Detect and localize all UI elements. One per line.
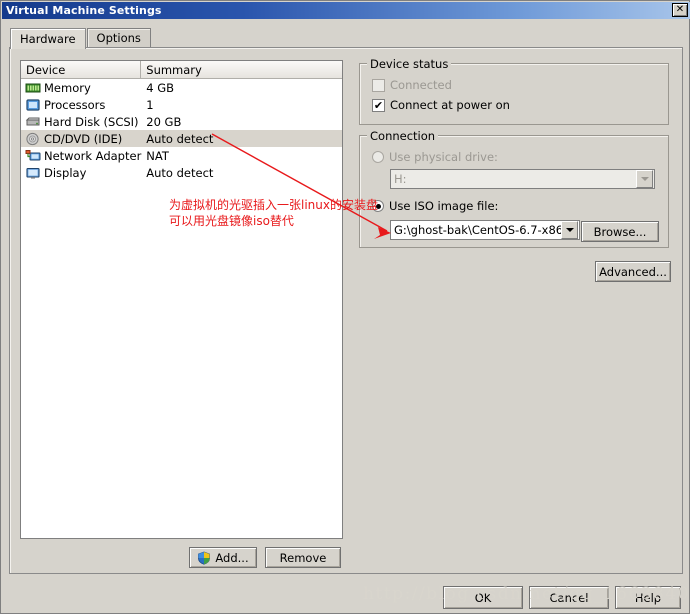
connect-at-power-on-check-tick: ✔ xyxy=(373,98,384,112)
device-cell: CD/DVD (IDE) xyxy=(21,132,141,146)
device-status-group: Device status Connected ✔ Connect at pow… xyxy=(359,57,669,125)
device-list-row[interactable]: Processors 1 xyxy=(21,96,342,113)
device-name: Hard Disk (SCSI) xyxy=(44,114,139,129)
ok-button[interactable]: OK xyxy=(443,586,523,609)
summary-cell: Auto detect xyxy=(146,131,214,146)
device-cell: Network Adapter xyxy=(21,149,141,163)
help-button[interactable]: Help xyxy=(615,586,681,609)
shield-icon xyxy=(197,551,211,565)
iso-path-chevron-down-icon[interactable] xyxy=(561,221,578,239)
device-status-title: Device status xyxy=(367,57,452,71)
device-cell: Hard Disk (SCSI) xyxy=(21,115,141,129)
use-iso-image-radio-row[interactable]: Use ISO image file: xyxy=(372,199,498,213)
iso-path-value[interactable]: G:\ghost-bak\CentOS-6.7-x86_64- xyxy=(391,223,561,237)
title-bar: Virtual Machine Settings ✕ xyxy=(2,2,690,19)
device-name: Network Adapter xyxy=(44,148,142,163)
iso-path-combo[interactable]: G:\ghost-bak\CentOS-6.7-x86_64- xyxy=(390,220,580,240)
window-title: Virtual Machine Settings xyxy=(6,4,162,17)
network-adapter-icon xyxy=(25,149,41,163)
physical-drive-combo: H: xyxy=(390,169,655,189)
processor-icon xyxy=(25,98,41,112)
device-name: Display xyxy=(44,165,87,180)
device-list-row[interactable]: Network Adapter NAT xyxy=(21,147,342,164)
add-button-label: Add... xyxy=(215,550,249,565)
tab-strip: Hardware Options xyxy=(10,28,151,49)
close-icon[interactable]: ✕ xyxy=(672,3,688,17)
device-list-header: Device Summary xyxy=(21,61,342,79)
device-list-row[interactable]: Memory 4 GB xyxy=(21,79,342,96)
column-header-device[interactable]: Device xyxy=(21,61,142,78)
summary-cell: 4 GB xyxy=(146,80,175,95)
summary-cell: 1 xyxy=(146,97,154,112)
connect-at-power-on-label: Connect at power on xyxy=(390,98,510,112)
device-cell: Memory xyxy=(21,81,141,95)
device-name: Processors xyxy=(44,97,106,112)
cd-dvd-icon xyxy=(25,132,41,146)
device-list[interactable]: Device Summary Memory 4 GB Processors 1 Hard… xyxy=(20,60,343,539)
device-name: CD/DVD (IDE) xyxy=(44,131,123,146)
use-physical-drive-radio-row[interactable]: Use physical drive: xyxy=(372,150,498,164)
memory-icon xyxy=(25,81,41,95)
connect-at-power-on-checkbox-row[interactable]: ✔ Connect at power on xyxy=(372,98,510,112)
connect-at-power-on-checkbox[interactable]: ✔ xyxy=(372,98,385,112)
summary-cell: Auto detect xyxy=(146,165,214,180)
physical-drive-chevron-down-icon xyxy=(636,170,653,188)
use-iso-image-label: Use ISO image file: xyxy=(389,199,499,213)
hard-disk-icon xyxy=(25,115,41,129)
physical-drive-value: H: xyxy=(394,172,407,186)
cancel-button[interactable]: Cancel xyxy=(529,586,609,609)
device-list-row[interactable]: Hard Disk (SCSI) 20 GB xyxy=(21,113,342,130)
remove-button[interactable]: Remove xyxy=(265,547,341,568)
summary-cell: NAT xyxy=(146,148,169,163)
display-icon xyxy=(25,166,41,180)
tab-hardware[interactable]: Hardware xyxy=(10,28,86,49)
browse-button[interactable]: Browse... xyxy=(581,221,659,242)
connection-title: Connection xyxy=(367,129,439,143)
summary-cell: 20 GB xyxy=(146,114,182,129)
device-list-row[interactable]: CD/DVD (IDE) Auto detect xyxy=(21,130,342,147)
device-cell: Display xyxy=(21,166,141,180)
connected-checkbox-row[interactable]: Connected xyxy=(372,78,452,92)
device-name: Memory xyxy=(44,80,91,95)
advanced-button[interactable]: Advanced... xyxy=(595,261,671,282)
column-header-summary[interactable]: Summary xyxy=(141,61,342,78)
use-iso-image-radio[interactable] xyxy=(372,200,384,212)
device-list-row[interactable]: Display Auto detect xyxy=(21,164,342,181)
device-list-body: Memory 4 GB Processors 1 Hard Disk (SCSI) 20 … xyxy=(21,79,342,181)
add-button[interactable]: Add... xyxy=(189,547,257,568)
device-cell: Processors xyxy=(21,98,141,112)
use-physical-drive-label: Use physical drive: xyxy=(389,150,498,164)
connected-label: Connected xyxy=(390,78,452,92)
use-physical-drive-radio xyxy=(372,151,384,163)
virtual-machine-settings-window: Virtual Machine Settings ✕ Hardware Opti… xyxy=(0,0,690,614)
connected-checkbox xyxy=(372,78,385,92)
tab-options[interactable]: Options xyxy=(86,28,151,47)
